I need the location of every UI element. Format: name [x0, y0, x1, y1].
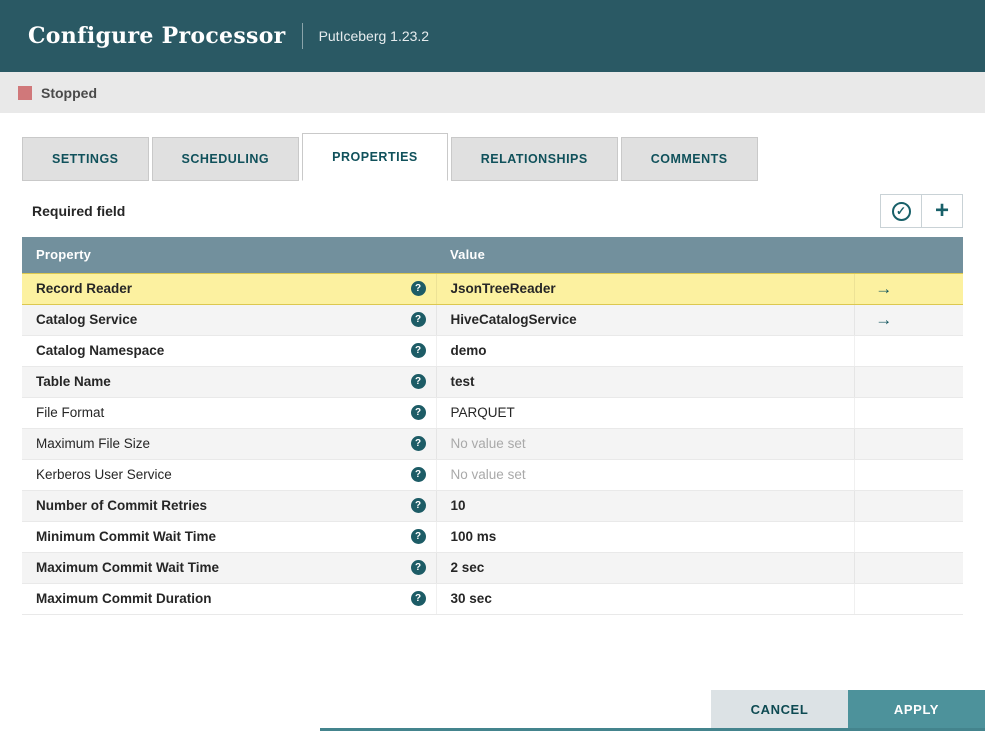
property-row-number-of-commit-retries[interactable]: Number of Commit Retries? 10 — [22, 490, 963, 522]
help-icon[interactable]: ? — [410, 529, 426, 544]
property-row-kerberos-user-service[interactable]: Kerberos User Service? No value set — [22, 459, 963, 491]
help-icon[interactable]: ? — [410, 405, 426, 420]
tab-scheduling[interactable]: SCHEDULING — [151, 137, 300, 181]
tab-properties[interactable]: PROPERTIES — [302, 133, 448, 181]
property-value[interactable]: No value set — [435, 428, 855, 460]
property-row-maximum-commit-wait-time[interactable]: Maximum Commit Wait Time? 2 sec — [22, 552, 963, 584]
property-value[interactable]: test — [435, 366, 855, 398]
dialog-title: Configure Processor — [28, 23, 286, 49]
dialog-footer: CANCEL APPLY — [711, 690, 985, 728]
tab-relationships[interactable]: RELATIONSHIPS — [450, 137, 618, 181]
help-icon[interactable]: ? — [410, 374, 426, 389]
property-value[interactable]: 100 ms — [435, 521, 855, 553]
help-icon[interactable]: ? — [410, 436, 426, 451]
property-value[interactable]: demo — [435, 335, 855, 367]
property-row-catalog-service[interactable]: Catalog Service? HiveCatalogService → — [22, 304, 963, 336]
property-value[interactable]: 10 — [435, 490, 855, 522]
tab-settings[interactable]: SETTINGS — [22, 137, 149, 181]
property-name: Record Reader — [36, 281, 133, 296]
properties-table: Property Value Record Reader? JsonTreeRe… — [22, 237, 963, 615]
column-header-goto — [854, 237, 963, 273]
toolbar-buttons: ✓ + — [880, 194, 963, 228]
property-name: Kerberos User Service — [36, 467, 172, 482]
stopped-status-icon — [18, 85, 32, 100]
help-icon[interactable]: ? — [410, 312, 426, 327]
properties-toolbar: Required field ✓ + — [0, 193, 985, 229]
tab-comments[interactable]: COMMENTS — [620, 137, 758, 181]
property-row-catalog-namespace[interactable]: Catalog Namespace? demo — [22, 335, 963, 367]
property-name: Number of Commit Retries — [36, 498, 208, 513]
property-value[interactable]: PARQUET — [435, 397, 855, 429]
property-row-maximum-commit-duration[interactable]: Maximum Commit Duration? 30 sec — [22, 583, 963, 615]
property-value[interactable]: 30 sec — [435, 583, 855, 615]
property-name: Catalog Namespace — [36, 343, 165, 358]
cancel-button[interactable]: CANCEL — [711, 690, 848, 728]
property-row-file-format[interactable]: File Format? PARQUET — [22, 397, 963, 429]
help-icon[interactable]: ? — [410, 498, 426, 513]
property-name: Maximum Commit Duration — [36, 591, 212, 606]
property-name: File Format — [36, 405, 105, 420]
processor-name-version: PutIceberg 1.23.2 — [318, 28, 430, 44]
required-field-label: Required field — [32, 203, 126, 219]
property-name: Catalog Service — [36, 312, 138, 327]
verify-check-icon: ✓ — [891, 201, 911, 221]
column-header-property: Property — [22, 237, 437, 273]
property-name: Maximum File Size — [36, 436, 151, 451]
go-to-service-icon[interactable]: → — [869, 279, 892, 298]
help-icon[interactable]: ? — [410, 591, 426, 606]
property-value[interactable]: No value set — [435, 459, 855, 491]
column-header-value: Value — [436, 237, 855, 273]
go-to-service-icon[interactable]: → — [869, 310, 892, 329]
verify-properties-button[interactable]: ✓ — [880, 194, 922, 228]
property-row-minimum-commit-wait-time[interactable]: Minimum Commit Wait Time? 100 ms — [22, 521, 963, 553]
property-value[interactable]: JsonTreeReader — [435, 272, 855, 305]
status-label: Stopped — [41, 84, 97, 101]
help-icon[interactable]: ? — [410, 281, 426, 296]
property-name: Minimum Commit Wait Time — [36, 529, 217, 544]
help-icon[interactable]: ? — [410, 467, 426, 482]
help-icon[interactable]: ? — [410, 343, 426, 358]
table-header-row: Property Value — [22, 237, 963, 273]
property-value[interactable]: 2 sec — [435, 552, 855, 584]
add-property-button[interactable]: + — [921, 194, 963, 228]
property-name: Table Name — [36, 374, 111, 389]
plus-icon: + — [934, 197, 949, 224]
tab-bar: SETTINGS SCHEDULING PROPERTIES RELATIONS… — [0, 133, 985, 181]
apply-button[interactable]: APPLY — [848, 690, 985, 728]
configure-processor-dialog: Configure Processor PutIceberg 1.23.2 St… — [0, 0, 985, 731]
title-divider — [301, 23, 303, 49]
dialog-header: Configure Processor PutIceberg 1.23.2 — [0, 0, 985, 72]
property-row-table-name[interactable]: Table Name? test — [22, 366, 963, 398]
help-icon[interactable]: ? — [410, 560, 426, 575]
status-bar: Stopped — [0, 72, 985, 113]
property-row-maximum-file-size[interactable]: Maximum File Size? No value set — [22, 428, 963, 460]
property-row-record-reader[interactable]: Record Reader? JsonTreeReader → — [22, 272, 963, 305]
property-name: Maximum Commit Wait Time — [36, 560, 220, 575]
property-value[interactable]: HiveCatalogService — [435, 304, 855, 336]
